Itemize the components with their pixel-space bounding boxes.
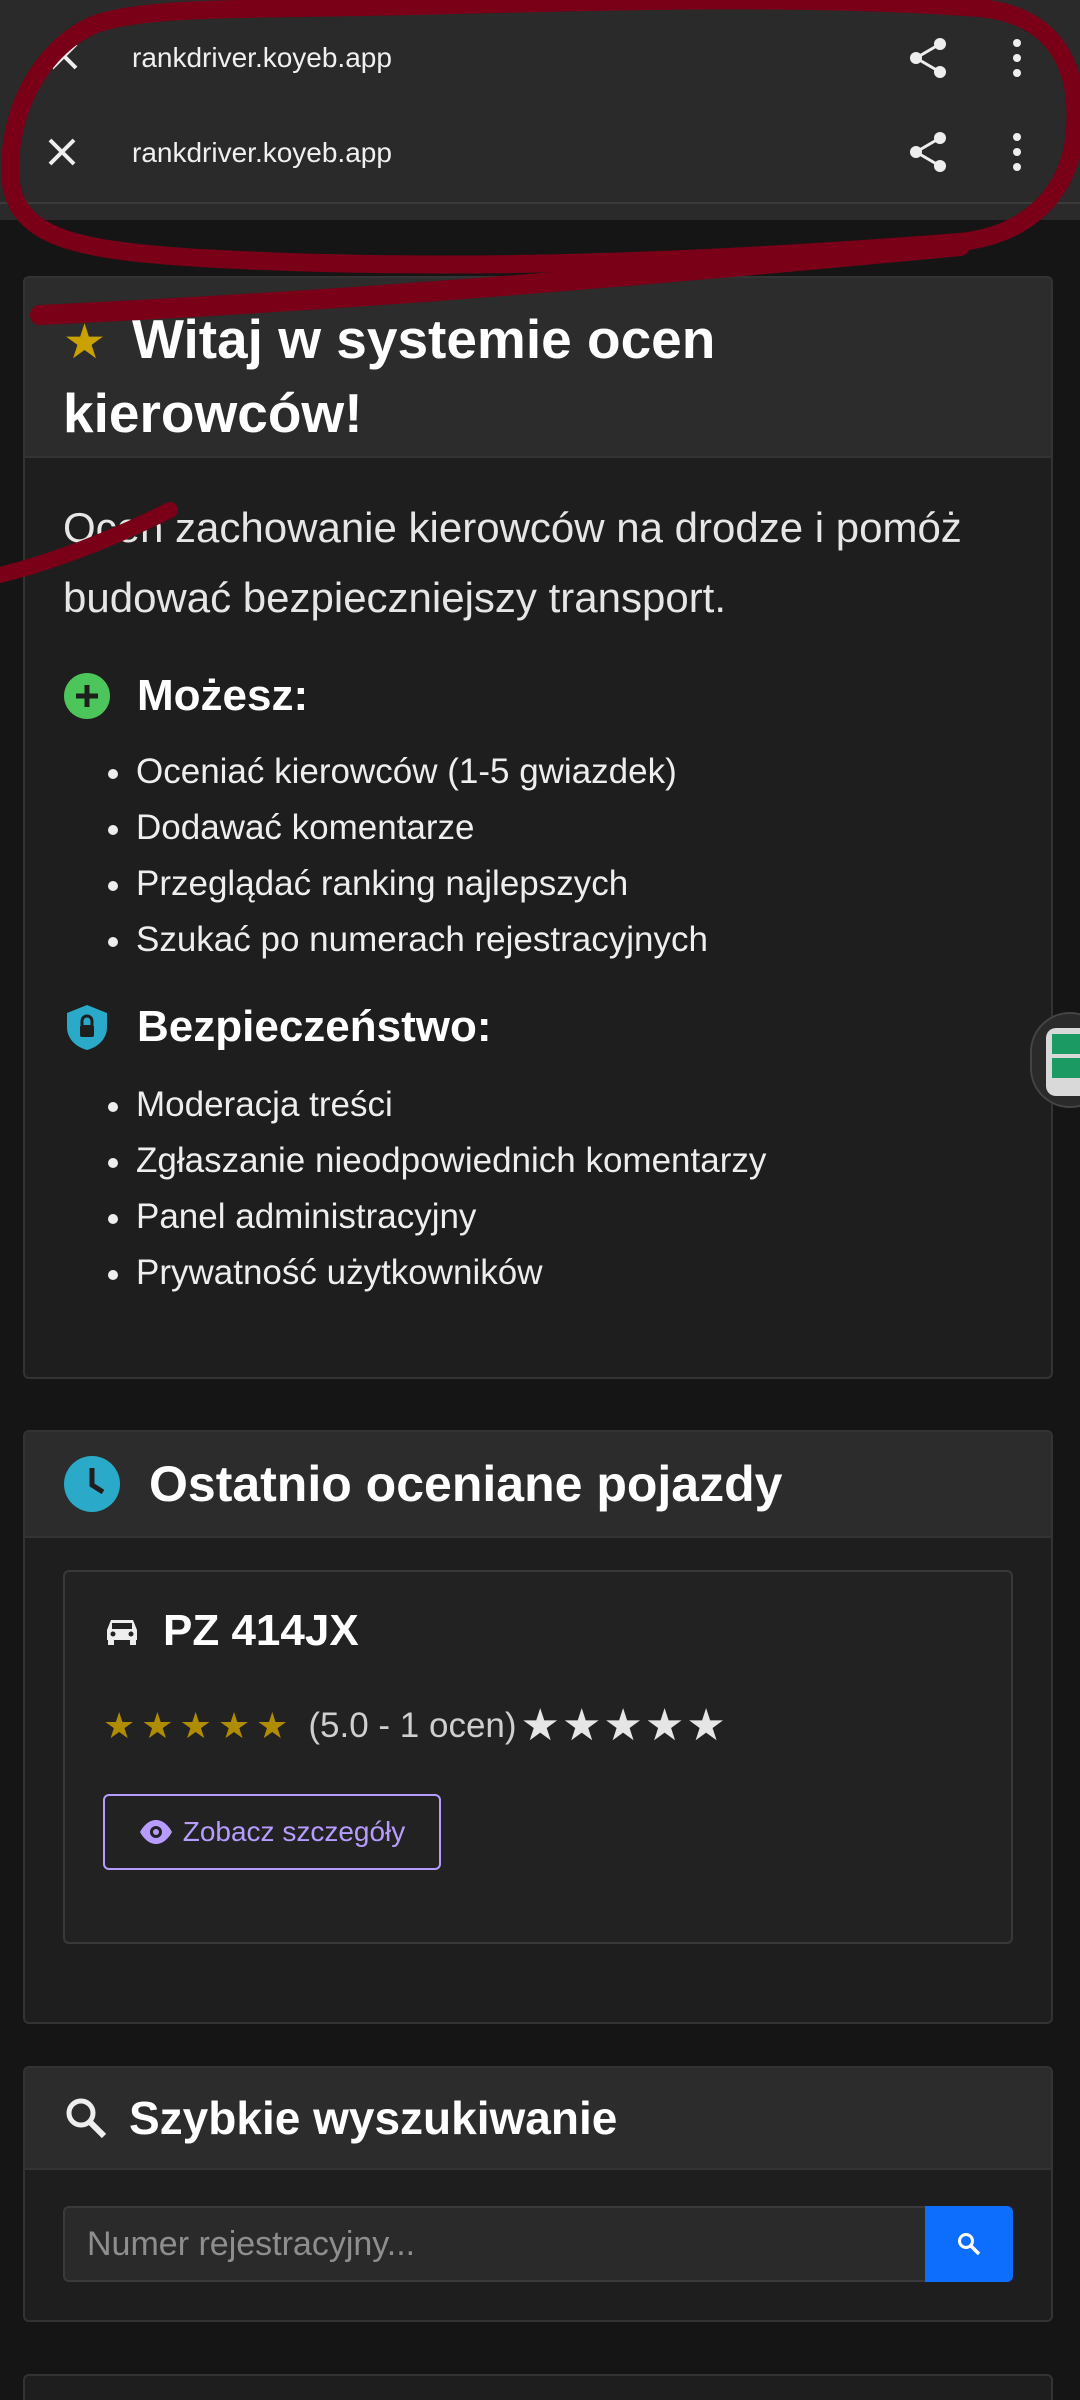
list-item: Oceniać kierowców (1-5 gwiazdek) (108, 744, 708, 800)
recent-vehicles-header: Ostatnio oceniane pojazdy (25, 1432, 1051, 1538)
vehicle-card[interactable]: PZ 414JX ★★★★★ (5.0 - 1 ocen) ★★★★★ Zoba… (63, 1570, 1013, 1944)
share-icon[interactable] (904, 128, 952, 176)
app-icon (1046, 1028, 1080, 1096)
vehicle-plate: PZ 414JX (105, 1606, 359, 1656)
url-text[interactable]: rankdriver.koyeb.app (132, 42, 392, 74)
quick-search-header: Szybkie wyszukiwanie (25, 2068, 1051, 2170)
can-list: Oceniać kierowców (1-5 gwiazdek) Dodawać… (108, 744, 708, 968)
share-icon[interactable] (904, 34, 952, 82)
security-list: Moderacja treści Zgłaszanie nieodpowiedn… (108, 1077, 766, 1301)
search-button[interactable] (925, 2206, 1013, 2282)
list-item: Zgłaszanie nieodpowiednich komentarzy (108, 1133, 766, 1189)
quick-search-card: Szybkie wyszukiwanie (23, 2066, 1053, 2322)
quick-search-title: Szybkie wyszukiwanie (129, 2092, 618, 2144)
rating-stars-secondary: ★★★★★ (520, 1701, 728, 1750)
search-form (63, 2206, 1013, 2282)
star-icon: ★ (63, 316, 107, 369)
close-icon[interactable] (42, 132, 82, 172)
browser-toolbar-top: rankdriver.koyeb.app (0, 12, 1080, 104)
vehicle-rating: ★★★★★ (5.0 - 1 ocen) ★★★★★ (103, 1700, 728, 1751)
list-item: Przeglądać ranking najlepszych (108, 856, 708, 912)
eye-icon (139, 1820, 172, 1844)
clock-icon (64, 1456, 120, 1512)
welcome-card-header: ★ Witaj w systemie ocen kierowców! (25, 278, 1051, 458)
rating-stars: ★★★★★ (103, 1704, 295, 1746)
browser-toolbar: rankdriver.koyeb.app (0, 104, 1080, 204)
welcome-title: ★ Witaj w systemie ocen kierowców! (63, 308, 716, 444)
can-section-title: Możesz: (63, 671, 308, 721)
plate-search-input[interactable] (63, 2206, 925, 2282)
list-item: Panel administracyjny (108, 1189, 766, 1245)
security-section-title: Bezpieczeństwo: (63, 1002, 492, 1052)
list-item: Szukać po numerach rejestracyjnych (108, 912, 708, 968)
car-icon (107, 1620, 137, 1645)
welcome-card: ★ Witaj w systemie ocen kierowców! Oceń z… (23, 276, 1053, 1379)
recent-vehicles-card: Ostatnio oceniane pojazdy PZ 414JX ★★★★★… (23, 1430, 1053, 2024)
list-item: Dodawać komentarze (108, 800, 708, 856)
list-item: Prywatność użytkowników (108, 1245, 766, 1301)
search-icon (958, 2233, 981, 2256)
next-card (23, 2374, 1053, 2400)
list-item: Moderacja treści (108, 1077, 766, 1133)
more-vert-icon[interactable] (1002, 130, 1032, 174)
plus-circle-icon (64, 673, 110, 719)
shield-icon (67, 1005, 107, 1050)
search-icon (66, 2098, 107, 2139)
rating-text: (5.0 - 1 ocen) (308, 1705, 517, 1745)
url-text[interactable]: rankdriver.koyeb.app (132, 137, 392, 169)
view-details-button[interactable]: Zobacz szczegóły (103, 1794, 441, 1870)
recent-vehicles-title: Ostatnio oceniane pojazdy (149, 1456, 783, 1512)
welcome-intro: Oceń zachowanie kierowców na drodze i po… (63, 504, 962, 621)
close-icon[interactable] (44, 36, 84, 76)
more-vert-icon[interactable] (1002, 36, 1032, 80)
